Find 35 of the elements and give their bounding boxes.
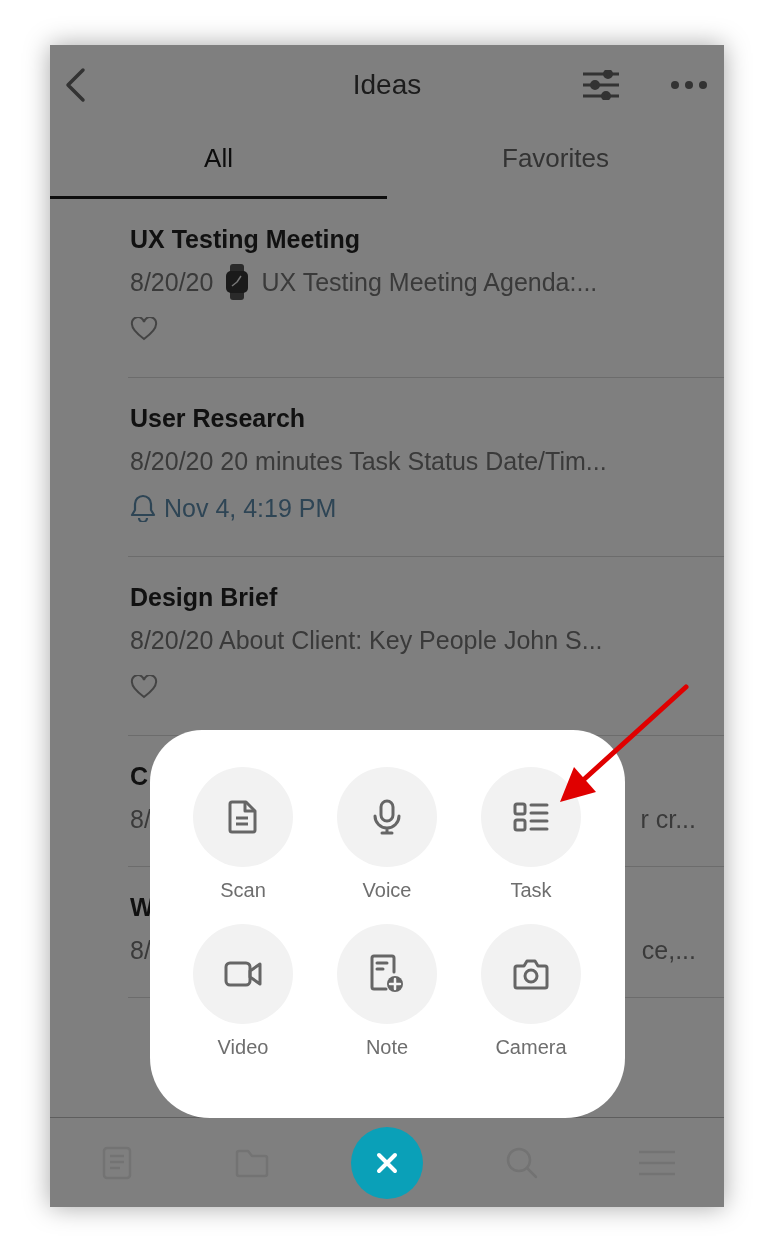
note-date: 8/20/20: [130, 267, 214, 297]
bell-icon: [130, 494, 156, 522]
checklist-icon: [513, 801, 549, 833]
action-label: Scan: [220, 879, 266, 902]
back-icon[interactable]: [64, 67, 86, 103]
note-title: C: [130, 762, 149, 790]
document-icon: [227, 799, 259, 835]
note-snippet: UX Testing Meeting Agenda:...: [261, 267, 598, 297]
heart-icon[interactable]: [130, 317, 158, 341]
note-snippet: 8/20/20 20 minutes Task Status Date/Tim...: [130, 446, 607, 476]
action-label: Video: [217, 1036, 269, 1059]
note-snippet: r cr...: [640, 804, 696, 834]
note-title: User Research: [130, 404, 306, 432]
heart-icon[interactable]: [130, 675, 158, 699]
microphone-icon: [372, 799, 402, 835]
more-icon[interactable]: [670, 80, 708, 90]
action-label: Camera: [495, 1036, 567, 1059]
action-label: Voice: [362, 879, 412, 902]
tab[interactable]: Favorites: [387, 125, 724, 199]
screen-title: Ideas: [352, 69, 422, 100]
note-snippet: 8/20/20 About Client: Key People John S...: [130, 625, 603, 655]
note-snippet: 8/: [130, 804, 151, 834]
action-label: Note: [365, 1036, 409, 1059]
note-snippet: 8/: [130, 935, 151, 965]
tab[interactable]: All: [50, 125, 387, 199]
note-snippet: ce,...: [641, 935, 696, 965]
add-note-icon: [369, 954, 405, 994]
note-title: Design Brief: [130, 583, 278, 611]
reminder-time: Nov 4, 4:19 PM: [164, 493, 337, 523]
note-title: UX Testing Meeting: [130, 225, 361, 253]
action-label: Task: [510, 879, 552, 902]
video-camera-icon: [224, 960, 262, 988]
close-icon: [376, 1151, 398, 1174]
filter-icon[interactable]: [582, 70, 620, 100]
camera-icon: [513, 958, 549, 990]
